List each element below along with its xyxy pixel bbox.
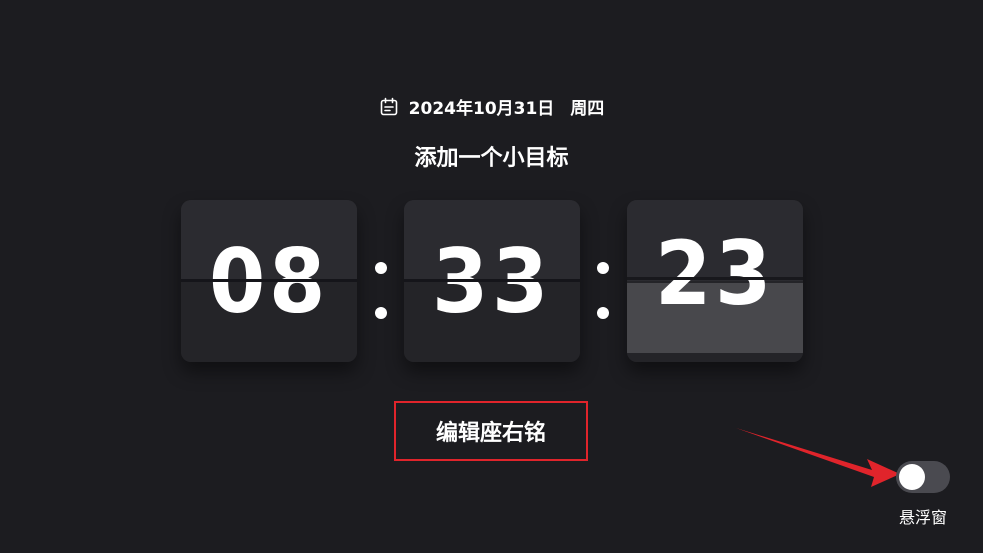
toggle-knob bbox=[899, 464, 925, 490]
minutes-flip-card: 33 bbox=[404, 200, 580, 362]
add-goal-link[interactable]: 添加一个小目标 bbox=[0, 140, 983, 172]
card-hinge bbox=[181, 279, 357, 282]
date-text: 2024年10月31日 bbox=[408, 99, 555, 119]
hours-flip-card: 08 bbox=[181, 200, 357, 362]
floating-window-label: 悬浮窗 bbox=[898, 508, 947, 527]
floating-window-toggle[interactable] bbox=[896, 461, 950, 493]
card-hinge bbox=[627, 277, 803, 280]
seconds-flip-card: 23 bbox=[627, 200, 803, 362]
separator-dot bbox=[375, 307, 387, 319]
date-row: 2024年10月31日 周四 bbox=[0, 94, 983, 119]
time-separator bbox=[597, 262, 609, 322]
weekday-text: 周四 bbox=[570, 99, 605, 119]
separator-dot bbox=[375, 262, 387, 274]
calendar-icon bbox=[379, 97, 399, 117]
card-hinge bbox=[404, 279, 580, 282]
separator-dot bbox=[597, 307, 609, 319]
edit-motto-button[interactable]: 编辑座右铭 bbox=[394, 401, 588, 461]
separator-dot bbox=[597, 262, 609, 274]
time-separator bbox=[375, 262, 387, 322]
flip-clock-screen: 2024年10月31日 周四 添加一个小目标 08 33 23 编辑座右铭 悬浮… bbox=[0, 0, 983, 553]
